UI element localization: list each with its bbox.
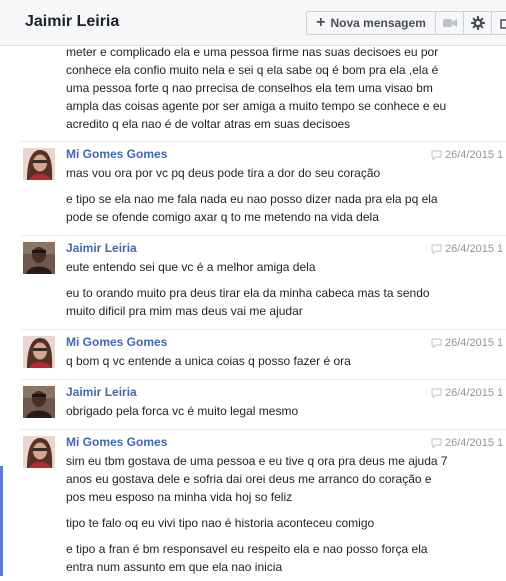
avatar-jaimir[interactable] bbox=[23, 242, 55, 274]
timestamp-text: 26/4/2015 1 bbox=[445, 149, 504, 161]
message-divider bbox=[20, 329, 506, 330]
sender-name[interactable]: Jaimir Leiria bbox=[66, 241, 137, 255]
message-timestamp: 26/4/2015 1 bbox=[431, 337, 503, 349]
comment-icon bbox=[431, 388, 442, 398]
message-text: eute entendo sei que vc é a melhor amiga… bbox=[66, 260, 316, 274]
timestamp-text: 26/4/2015 1 bbox=[445, 437, 504, 449]
message-timestamp: 26/4/2015 1 bbox=[431, 149, 503, 161]
sender-name[interactable]: Mi Gomes Gomes bbox=[66, 435, 167, 449]
message-divider bbox=[20, 429, 506, 430]
gear-icon bbox=[470, 16, 485, 30]
sender-name[interactable]: Jaimir Leiria bbox=[66, 385, 137, 399]
conversation-title[interactable]: Jaimir Leiria bbox=[25, 13, 119, 31]
sender-name[interactable]: Mi Gomes Gomes bbox=[66, 335, 167, 349]
comment-icon bbox=[431, 338, 442, 348]
message-text: q bom q vc entende a unica coias q posso… bbox=[66, 354, 351, 368]
message-divider bbox=[20, 235, 506, 236]
message-divider bbox=[20, 379, 506, 380]
message-text: e tipo a fran é bm responsavel eu respei… bbox=[66, 542, 428, 574]
message-timestamp: 26/4/2015 1 bbox=[431, 437, 503, 449]
comment-icon bbox=[431, 438, 442, 448]
popout-icon bbox=[499, 17, 506, 29]
conversation-header: Jaimir Leiria + Nova mensagem bbox=[0, 0, 506, 46]
new-message-label: Nova mensagem bbox=[330, 16, 426, 30]
message-list[interactable]: meter e complicado ela e uma pessoa firm… bbox=[0, 46, 506, 581]
message-text: e tipo se ela nao me fala nada eu nao po… bbox=[66, 192, 438, 224]
comment-icon bbox=[431, 244, 442, 254]
timestamp-text: 26/4/2015 1 bbox=[445, 243, 504, 255]
message-text: sim eu tbm gostava de uma pessoa e eu ti… bbox=[66, 454, 448, 504]
timestamp-text: 26/4/2015 1 bbox=[445, 387, 504, 399]
message-text: tipo te falo oq eu vivi tipo nao é histo… bbox=[66, 516, 375, 530]
message-text: mas vou ora por vc pq deus pode tira a d… bbox=[66, 166, 381, 180]
sender-name[interactable]: Mi Gomes Gomes bbox=[66, 147, 167, 161]
message-timestamp: 26/4/2015 1 bbox=[431, 243, 503, 255]
avatar-mi[interactable] bbox=[23, 436, 55, 468]
popout-button[interactable] bbox=[492, 11, 506, 35]
comment-icon bbox=[431, 150, 442, 160]
avatar-jaimir[interactable] bbox=[23, 386, 55, 418]
message-text: obrigado pela forca vc é muito legal mes… bbox=[66, 404, 299, 418]
new-message-button[interactable]: + Nova mensagem bbox=[306, 11, 436, 35]
video-camera-icon bbox=[442, 19, 457, 27]
message-divider bbox=[20, 141, 506, 142]
message-timestamp: 26/4/2015 1 bbox=[431, 387, 503, 399]
avatar-mi[interactable] bbox=[23, 148, 55, 180]
video-call-button[interactable] bbox=[436, 11, 464, 35]
timestamp-text: 26/4/2015 1 bbox=[445, 337, 504, 349]
message-text: eu to orando muito pra deus tirar ela da… bbox=[66, 286, 430, 318]
message-text: meter e complicado ela e uma pessoa firm… bbox=[66, 46, 447, 131]
settings-button[interactable] bbox=[464, 11, 492, 35]
plus-icon: + bbox=[316, 14, 326, 31]
avatar-mi[interactable] bbox=[23, 336, 55, 368]
